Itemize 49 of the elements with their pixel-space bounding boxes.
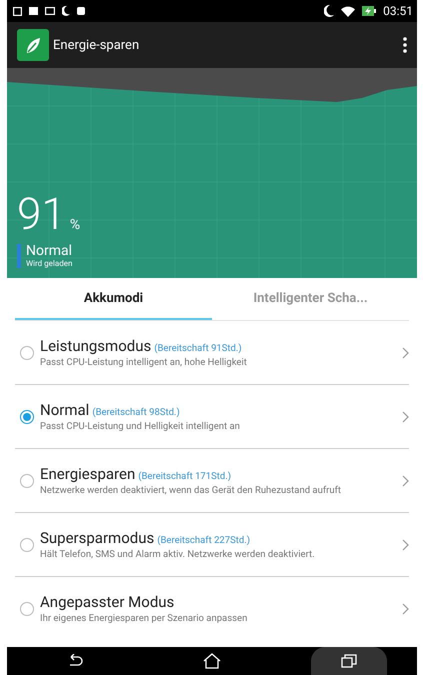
radio-button[interactable]: [20, 346, 34, 360]
mode-description: Passt CPU-Leistung intelligent an, hohe Helligkeit: [40, 357, 248, 368]
chevron-right-icon: [402, 538, 409, 550]
more-menu-icon[interactable]: [403, 37, 407, 53]
mode-row[interactable]: Leistungsmodus (Bereitschaft 91Std.) Passt CPU-Leistung intelligent an, hohe Helligkeit: [15, 321, 409, 385]
moon-icon: [324, 5, 334, 17]
mode-row[interactable]: Supersparmodus (Bereitschaft 227Std.) Hält Telefon, SMS und Alarm aktiv. Netzwerke werden deaktiviert.: [15, 513, 409, 577]
standby-time: (Bereitschaft 171Std.): [138, 471, 232, 482]
radio-button[interactable]: [20, 538, 34, 552]
mode-name: Angepasster Modus: [40, 593, 174, 611]
moon-icon: [62, 6, 70, 16]
mode-description: Passt CPU-Leistung und Helligkeit intelligent an: [40, 421, 241, 432]
mode-name: Normal: [40, 401, 90, 419]
percent-unit: %: [70, 217, 80, 233]
battery-percent: 91: [17, 192, 66, 236]
standby-time: (Bereitschaft 98Std.): [92, 407, 180, 418]
mode-row[interactable]: Normal (Bereitschaft 98Std.) Passt CPU-Leistung und Helligkeit intelligent an: [15, 385, 409, 449]
current-mode: Normal: [26, 244, 72, 259]
status-time: 03:51: [383, 4, 413, 18]
mode-row[interactable]: Angepasster Modus Ihr eigenes Energiesparen per Szenario anpassen: [15, 577, 409, 640]
mode-name: Energiesparen: [40, 465, 136, 483]
mode-description: Netzwerke werden deaktiviert, wenn das Gerät den Ruhezustand aufruft: [40, 485, 342, 496]
cast-icon: [45, 7, 55, 15]
radio-button[interactable]: [20, 474, 34, 488]
home-icon[interactable]: [203, 653, 221, 669]
recent-apps-icon[interactable]: [341, 654, 357, 668]
chevron-right-icon: [402, 602, 409, 614]
recent-apps-button[interactable]: [311, 647, 387, 675]
leaf-logo-icon: [17, 29, 49, 61]
mode-description: Hält Telefon, SMS und Alarm aktiv. Netzwerke werden deaktiviert.: [40, 549, 316, 560]
chevron-right-icon: [402, 410, 409, 422]
mode-description: Ihr eigenes Energiesparen per Szenario anpassen: [40, 613, 248, 624]
radio-button[interactable]: [20, 602, 34, 616]
radio-button[interactable]: [20, 410, 34, 424]
app-title: Energie-sparen: [53, 38, 140, 52]
mode-row[interactable]: Energiesparen (Bereitschaft 171Std.) Netzwerke werden deaktiviert, wenn das Gerät den Ruhezustand aufruft: [15, 449, 409, 513]
chevron-right-icon: [402, 474, 409, 486]
mode-indicator-bar: [17, 244, 21, 268]
standby-time: (Bereitschaft 91Std.): [154, 343, 242, 354]
mode-name: Supersparmodus: [40, 529, 154, 547]
mode-name: Leistungsmodus: [40, 337, 152, 355]
standby-time: (Bereitschaft 227Std.): [157, 535, 250, 546]
battery-charging-icon: [362, 6, 376, 16]
tab[interactable]: Akkumodi: [15, 278, 212, 320]
screen-icon: [13, 6, 22, 16]
chevron-right-icon: [402, 346, 409, 358]
back-icon[interactable]: [67, 654, 83, 668]
charging-state: Wird geladen: [26, 259, 72, 268]
wifi-icon: [341, 6, 356, 16]
